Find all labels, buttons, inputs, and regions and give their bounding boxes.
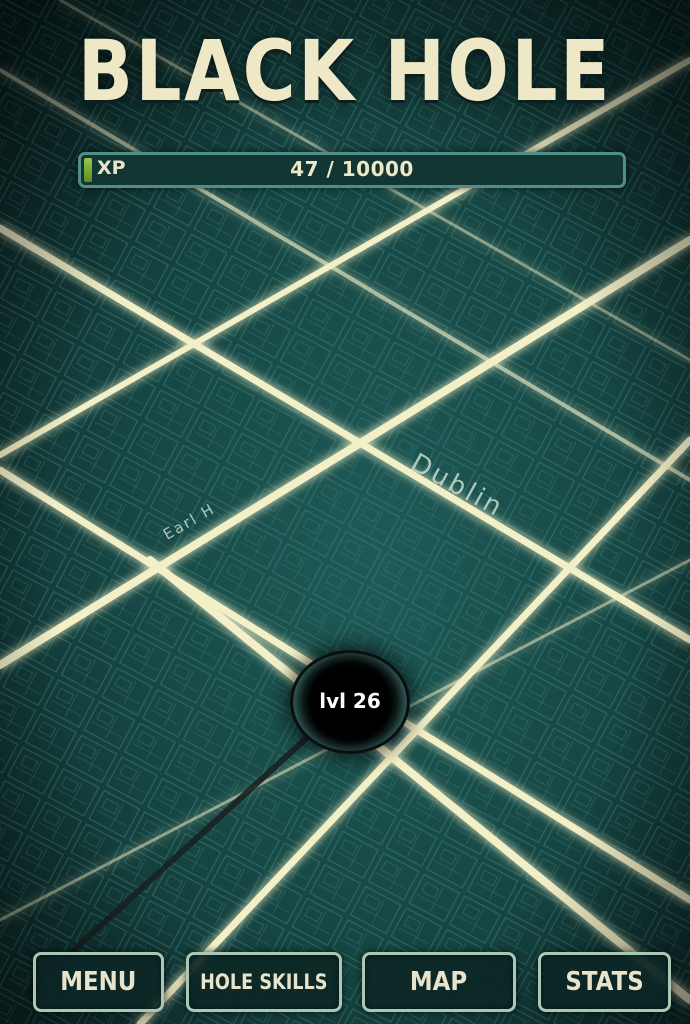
hole-skills-button[interactable]: HOLE SKILLS: [186, 952, 342, 1012]
xp-value: 47 / 10000: [290, 157, 414, 181]
player-level: lvl 26: [319, 689, 381, 713]
menu-button-label: MENU: [60, 967, 137, 997]
map-button[interactable]: MAP: [362, 952, 516, 1012]
game-title: BLACK HOLE: [77, 22, 613, 120]
menu-button[interactable]: MENU: [33, 952, 164, 1012]
hole-skills-button-label: HOLE SKILLS: [200, 970, 328, 994]
map-button-label: MAP: [410, 967, 468, 997]
stats-button-label: STATS: [565, 967, 644, 997]
black-hole-player[interactable]: lvl 26: [290, 650, 410, 754]
xp-progress-bar: XP 47 / 10000: [78, 152, 626, 188]
stats-button[interactable]: STATS: [538, 952, 671, 1012]
game-screen: Dublin Earl H BLACK HOLE XP 47 / 10000 l…: [0, 0, 690, 1024]
